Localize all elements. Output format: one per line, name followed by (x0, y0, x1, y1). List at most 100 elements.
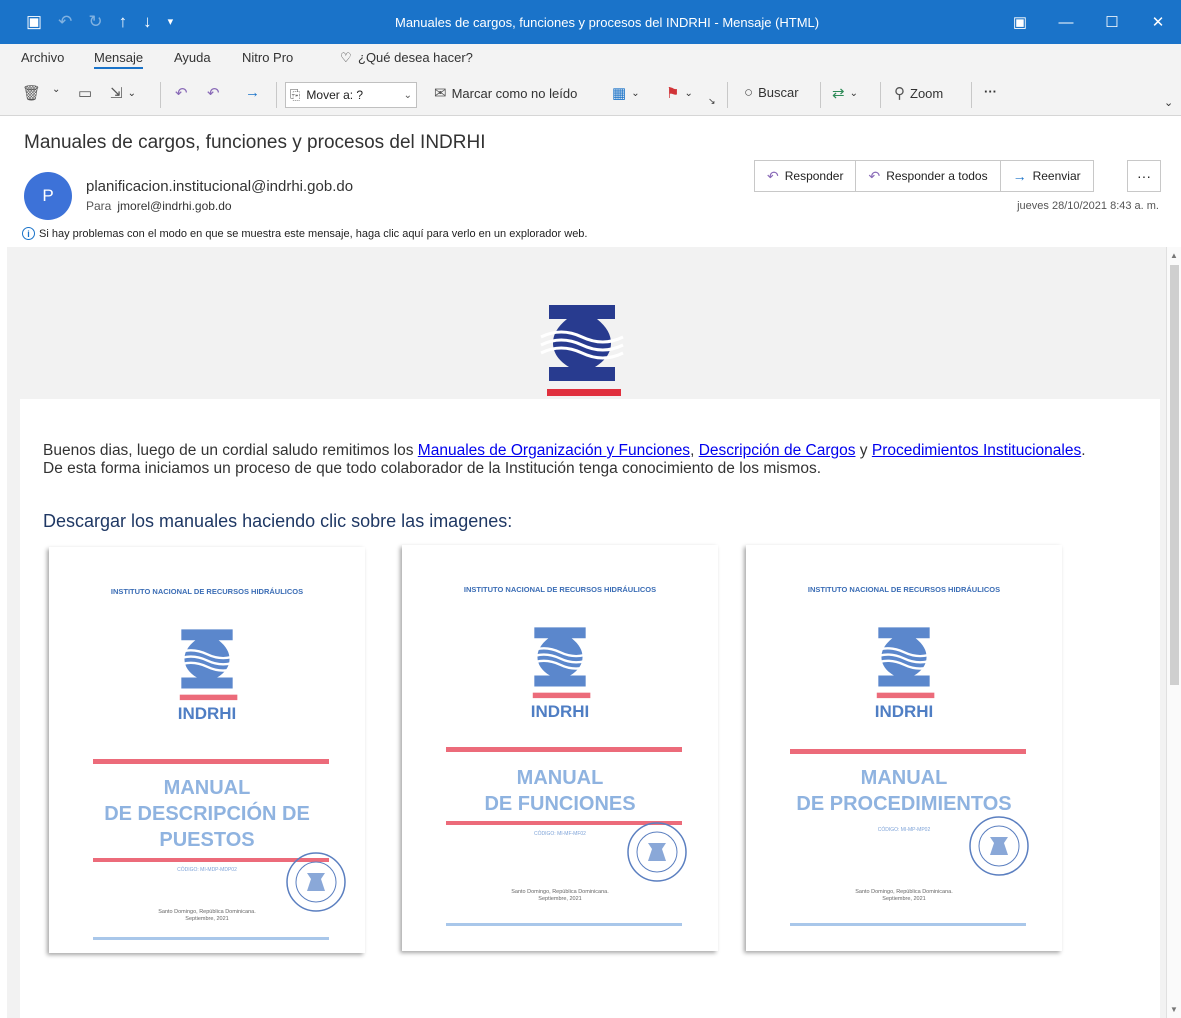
recipient-address[interactable]: jmorel@indrhi.gob.do (117, 199, 231, 213)
link-procedimientos[interactable]: Procedimientos Institucionales (872, 442, 1081, 459)
message-subject: Manuales de cargos, funciones y procesos… (24, 132, 486, 153)
tell-me-search[interactable]: ¿Qué desea hacer? (358, 50, 473, 65)
envelope-icon: ✉ (434, 85, 447, 102)
mark-unread-button[interactable]: ✉ Marcar como no leído (434, 84, 577, 102)
tab-mensaje[interactable]: Mensaje (94, 50, 144, 69)
reply-button[interactable]: ↶ Responder (755, 161, 857, 191)
manual-date: Septiembre, 2021 (185, 916, 229, 922)
scroll-up-icon[interactable]: ▲ (1170, 251, 1178, 260)
move-icon: ⇲ (110, 85, 123, 102)
manual-date: Septiembre, 2021 (882, 896, 926, 902)
reply-all-icon: ↶ (868, 167, 881, 184)
sender-address[interactable]: planificacion.institucional@indrhi.gob.d… (86, 178, 353, 195)
institution-name: INSTITUTO NACIONAL DE RECURSOS HIDRÁULIC… (807, 585, 1001, 594)
more-commands-button[interactable]: ··· (984, 84, 997, 99)
lightbulb-icon: ♡ (340, 50, 352, 65)
move-to-label: Mover a: ? (306, 88, 364, 102)
forward-toolbar-button[interactable]: → (245, 84, 260, 101)
manual-procedimientos[interactable]: INSTITUTO NACIONAL DE RECURSOS HIDRÁULIC… (746, 545, 1062, 951)
download-heading: Descargar los manuales haciendo clic sob… (43, 511, 513, 531)
previous-item-icon[interactable]: ↑ (119, 12, 128, 32)
categorize-button[interactable]: ▦ ⌄ (612, 84, 640, 102)
link-organizacion-funciones[interactable]: Manuales de Organización y Funciones (418, 442, 690, 459)
red-divider (446, 747, 682, 752)
to-label: Para (86, 199, 112, 213)
flag-icon: ⚑ (666, 85, 680, 102)
manual-descripcion-puestos[interactable]: INSTITUTO NACIONAL DE RECURSOS HIDRÁULIC… (49, 547, 365, 953)
reply-all-icon: ↶ (207, 85, 220, 102)
comma-text: , (690, 442, 699, 459)
title-bar: ▣ ↶ ↻ ↑ ↓ ▾ Manuales de cargos, funcione… (0, 0, 1181, 44)
redo-icon[interactable]: ↻ (88, 12, 102, 32)
menu-bar: Archivo Mensaje Ayuda Nitro Pro ♡ ¿Qué d… (0, 44, 1181, 74)
translate-icon: ⇄ (832, 85, 845, 102)
tab-archivo[interactable]: Archivo (21, 50, 64, 65)
delete-button[interactable]: 🗑 (22, 84, 41, 102)
avatar: P (24, 172, 72, 220)
manual-place: Santo Domingo, República Dominicana. (158, 909, 256, 915)
close-button[interactable]: ✕ (1135, 0, 1181, 44)
minimize-button[interactable]: — (1043, 0, 1089, 44)
manual-title-line: MANUAL (516, 767, 604, 789)
red-divider (93, 759, 329, 764)
window-title: Manuales de cargos, funciones y procesos… (395, 15, 820, 30)
blue-divider (446, 923, 682, 926)
manual-title-line: DE FUNCIONES (484, 793, 636, 815)
reply-all-toolbar-button[interactable]: ↶ (207, 84, 220, 102)
info-icon: i (22, 227, 35, 240)
follow-up-button[interactable]: ⚑ ⌄ (666, 84, 693, 102)
reply-label: Responder (784, 169, 844, 183)
reply-all-button[interactable]: ↶ Responder a todos (856, 161, 1001, 191)
search-icon: ○ (744, 84, 754, 101)
tab-nitro-pro[interactable]: Nitro Pro (242, 50, 293, 65)
forward-button[interactable]: → Reenviar (1001, 161, 1093, 191)
expand-ribbon-icon[interactable]: ⌄ (1164, 96, 1173, 109)
link-descripcion-cargos[interactable]: Descripción de Cargos (699, 442, 856, 459)
ribbon-toolbar: 🗑 ⌄ ▭ ⇲ ⌄ ↶ ↶ → ⎘ Mover a: ? ⌄ ✉ Marcar c… (0, 74, 1181, 116)
mark-unread-label: Marcar como no leído (451, 85, 578, 101)
org-name: INDRHI (177, 704, 237, 723)
toolbar-separator (727, 82, 728, 108)
vertical-scrollbar[interactable]: ▲ ▼ (1166, 247, 1181, 1018)
next-item-icon[interactable]: ↓ (143, 12, 152, 32)
reply-icon: ↶ (767, 167, 779, 184)
more-actions-button[interactable]: ··· (1127, 160, 1161, 192)
move-to-dropdown[interactable]: ⎘ Mover a: ? ⌄ (285, 82, 417, 108)
and-text: y (855, 442, 872, 459)
tab-ayuda[interactable]: Ayuda (174, 50, 211, 65)
delete-dropdown[interactable]: ⌄ (52, 84, 60, 95)
indrhi-logo (527, 627, 593, 699)
undo-icon[interactable]: ↶ (58, 12, 72, 32)
search-button[interactable]: ○ Buscar (744, 84, 799, 101)
customize-quick-access-icon[interactable]: ▾ (168, 12, 174, 32)
zoom-icon: ⚲ (894, 85, 905, 102)
scroll-down-icon[interactable]: ▼ (1170, 1005, 1178, 1014)
manual-title-line: DE PROCEDIMIENTOS (796, 793, 1012, 815)
reply-toolbar-button[interactable]: ↶ (175, 84, 188, 102)
blue-divider (790, 923, 1026, 926)
manual-date: Septiembre, 2021 (538, 896, 582, 902)
scrollbar-thumb[interactable] (1170, 265, 1179, 685)
manual-title-line: PUESTOS (159, 829, 255, 851)
message-content: Buenos dias, luego de un cordial saludo … (20, 399, 1160, 1018)
folder-move-icon: ⎘ (290, 87, 301, 102)
chevron-down-icon: ⌄ (403, 89, 412, 101)
indrhi-logo (540, 305, 624, 396)
archive-button[interactable]: ▭ (78, 84, 92, 102)
seal-stamp-icon (969, 816, 1029, 876)
recipient-line: Para jmorel@indrhi.gob.do (86, 199, 232, 213)
translate-button[interactable]: ⇄ ⌄ (832, 84, 858, 102)
ribbon-display-options-icon[interactable]: ▣ (997, 0, 1043, 44)
maximize-button[interactable]: ☐ (1089, 0, 1135, 44)
save-icon[interactable]: ▣ (26, 12, 42, 32)
move-button[interactable]: ⇲ ⌄ (110, 84, 136, 102)
seal-stamp-icon (627, 822, 687, 882)
toolbar-separator (971, 82, 972, 108)
manual-funciones[interactable]: INSTITUTO NACIONAL DE RECURSOS HIDRÁULIC… (402, 545, 718, 951)
greeting-text: Buenos dias, luego de un cordial saludo … (43, 442, 418, 459)
manual-title-line: MANUAL (860, 767, 948, 789)
info-bar[interactable]: i Si hay problemas con el modo en que se… (22, 227, 588, 240)
reply-all-label: Responder a todos (886, 169, 988, 183)
zoom-button[interactable]: ⚲ Zoom (894, 84, 943, 102)
dialog-launcher-icon[interactable]: ↘ (708, 96, 716, 107)
